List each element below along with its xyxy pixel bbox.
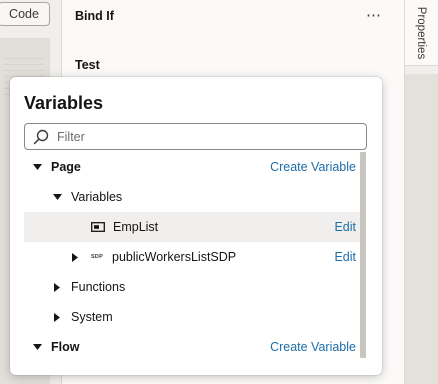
search-icon (25, 124, 57, 149)
tree-node-label: publicWorkersListSDP (112, 250, 237, 264)
variables-popup: Variables Page Create Variable Variables (10, 77, 382, 375)
tree-node-flow[interactable]: Flow Create Variable (24, 332, 360, 362)
caret-down-icon[interactable] (32, 342, 42, 352)
tree-node-system[interactable]: System (24, 302, 360, 332)
caret-down-icon[interactable] (32, 162, 42, 172)
tree-node-label: Page (51, 160, 81, 174)
tree-node-label: EmpList (113, 220, 159, 234)
caret-down-icon[interactable] (52, 192, 62, 202)
tree-node-emplist[interactable]: EmpList Edit (24, 212, 360, 242)
tree-scrollbar[interactable] (360, 152, 366, 358)
tree-node-sdp[interactable]: SDP publicWorkersListSDP Edit (24, 242, 360, 272)
popup-title: Variables (24, 93, 104, 113)
tree-node-label: Flow (51, 340, 80, 354)
tree-node-variables[interactable]: Variables (24, 182, 360, 212)
create-variable-link[interactable]: Create Variable (270, 340, 356, 354)
sdp-type-tag: SDP (91, 254, 103, 260)
drawer-bar (405, 74, 438, 384)
edit-link[interactable]: Edit (334, 220, 356, 234)
more-options-icon[interactable]: ⋯ (366, 6, 382, 24)
variables-tree: Page Create Variable Variables EmpList E… (24, 152, 360, 375)
edit-link[interactable]: Edit (334, 250, 356, 264)
caret-right-icon[interactable] (70, 252, 80, 262)
right-drawer: Properties (404, 0, 438, 384)
tree-node-page[interactable]: Page Create Variable (24, 152, 360, 182)
tree-node-label: Variables (71, 190, 123, 204)
tab-properties-label: Properties (415, 6, 428, 59)
scrollbar-thumb[interactable] (360, 152, 366, 358)
array-type-icon (90, 222, 106, 232)
create-variable-link[interactable]: Create Variable (270, 160, 356, 174)
caret-right-icon[interactable] (52, 312, 62, 322)
code-button[interactable]: Code (0, 2, 50, 26)
sdp-type-icon: SDP (89, 254, 105, 260)
filter-field[interactable] (24, 123, 367, 150)
tree-node-label: System (71, 310, 113, 324)
panel-heading: Bind If (75, 9, 114, 23)
tree-node-label: Functions (71, 280, 126, 294)
caret-right-icon[interactable] (52, 282, 62, 292)
tree-node-functions[interactable]: Functions (24, 272, 360, 302)
test-field-label: Test (75, 58, 100, 72)
tab-properties[interactable]: Properties (405, 0, 438, 66)
filter-input[interactable] (57, 129, 347, 144)
